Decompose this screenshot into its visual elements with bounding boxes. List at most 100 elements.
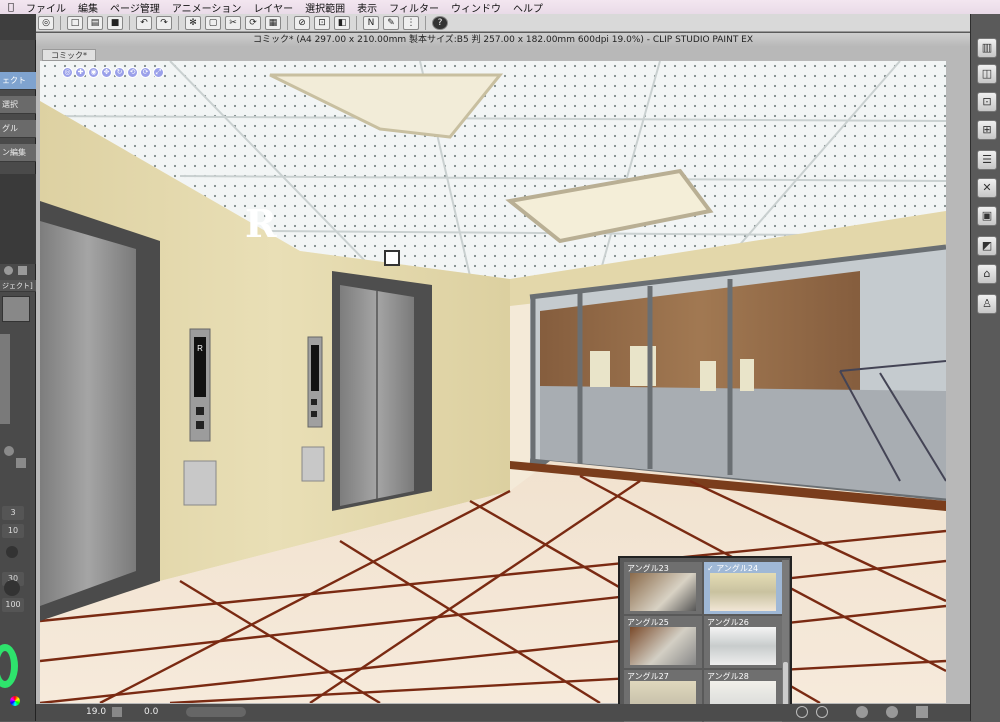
clip-studio-icon[interactable]: ◎ xyxy=(38,15,54,30)
window-title: コミック* (A4 297.00 x 210.00mm 製本サイズ:B5 判 2… xyxy=(36,33,970,47)
doc-tab[interactable]: コミック* xyxy=(42,49,96,61)
sub-tool-item-angle[interactable]: グル xyxy=(0,120,36,138)
sub-view-icon[interactable]: ⊞ xyxy=(977,120,997,140)
menu-page[interactable]: ページ管理 xyxy=(110,0,160,15)
light-icon[interactable] xyxy=(816,706,828,718)
pose-icon[interactable]: ▣ xyxy=(977,206,997,226)
menu-file[interactable]: ファイル xyxy=(26,0,66,15)
3d-material-icon[interactable]: ⌂ xyxy=(977,264,997,284)
figure-icon[interactable]: ♙ xyxy=(977,294,997,314)
layer-palette-icon[interactable]: ◫ xyxy=(977,64,997,84)
status-bar: 19.0 0.0 xyxy=(36,704,970,721)
object-scale-icon[interactable]: ⤢ xyxy=(153,67,164,78)
help-icon[interactable]: ? xyxy=(432,15,448,30)
elevator-door-left[interactable] xyxy=(40,221,136,606)
sub-tool-item-select[interactable]: 選択 xyxy=(0,96,36,114)
angle-item-25[interactable]: アングル25 xyxy=(624,616,702,668)
tool-property-icon[interactable] xyxy=(4,266,13,275)
brush-size-dot-icon[interactable] xyxy=(6,546,18,558)
item-bank-icon[interactable]: ✕ xyxy=(977,178,997,198)
redo-icon[interactable]: ↷ xyxy=(156,15,172,30)
camera-controls: ◎ ✚ ◉ ✥ ↻ ⟲ ⟳ ⤢ xyxy=(62,67,164,78)
layer-thumbnail[interactable] xyxy=(2,296,30,322)
settings-icon[interactable] xyxy=(4,446,14,456)
snap-grid-icon[interactable]: ⋮ xyxy=(403,15,419,30)
deselect-icon[interactable]: ⊘ xyxy=(294,15,310,30)
object-rotate-xy-icon[interactable]: ⟲ xyxy=(127,67,138,78)
object-rotate-icon[interactable]: ↻ xyxy=(114,67,125,78)
crop-icon[interactable]: ⊡ xyxy=(314,15,330,30)
call-button-down-right[interactable] xyxy=(311,411,317,417)
elevation-hall-scene: R R xyxy=(40,61,946,703)
trash-icon[interactable] xyxy=(18,266,27,275)
menu-selection[interactable]: 選択範囲 xyxy=(305,0,345,15)
object-list-icon[interactable] xyxy=(916,706,928,718)
save-icon[interactable]: ■ xyxy=(107,15,123,30)
sub-tool-item-edit[interactable]: ン編集 xyxy=(0,144,36,162)
snap-special-ruler-icon[interactable]: ✎ xyxy=(383,15,399,30)
apple-menu-icon[interactable]:  xyxy=(8,2,14,13)
zoom-value[interactable]: 19.0 xyxy=(86,704,106,721)
undo-icon[interactable]: ↶ xyxy=(136,15,152,30)
wall-box-left xyxy=(183,460,217,506)
transform-icon[interactable]: ⟳ xyxy=(245,15,261,30)
camera-pan-icon[interactable]: ✚ xyxy=(75,67,86,78)
document-window: コミック* R R ◎ ✚ ◉ ✥ ↻ ⟲ ⟳ ⤢ xyxy=(36,47,970,721)
angle-item-24[interactable]: ✓ アングル24 xyxy=(704,562,782,614)
brush-size-dot-large-icon[interactable] xyxy=(4,580,20,596)
wall-box-right xyxy=(301,446,325,482)
menu-window[interactable]: ウィンドウ xyxy=(451,0,501,15)
perspective-icon[interactable] xyxy=(886,706,898,718)
history-icon[interactable]: ☰ xyxy=(977,150,997,170)
floor-sign-r: R xyxy=(245,201,277,246)
brush-size-3[interactable]: 3 xyxy=(2,506,24,520)
sub-tool-item-object[interactable]: ェクト xyxy=(0,72,36,90)
menu-animation[interactable]: アニメーション xyxy=(172,0,242,15)
cut-icon[interactable]: ✂ xyxy=(225,15,241,30)
command-bar: ◎ □ ▤ ■ ↶ ↷ ✻ ▢ ✂ ⟳ ▦ ⊘ ⊡ ◧ N ✎ ⋮ ? xyxy=(36,14,970,32)
menu-view[interactable]: 表示 xyxy=(357,0,377,15)
zoom-out-icon[interactable] xyxy=(112,707,122,717)
fill-icon[interactable]: ▦ xyxy=(265,15,281,30)
invert-selection-icon[interactable]: ◧ xyxy=(334,15,350,30)
image-material-icon[interactable]: ◩ xyxy=(977,236,997,256)
call-button-down[interactable] xyxy=(196,421,204,429)
right-panel: ▥ ◫ ⊡ ⊞ ☰ ✕ ▣ ◩ ⌂ ♙ xyxy=(970,14,1000,721)
panel-sign-left: R xyxy=(197,344,203,353)
canvas[interactable]: R R ◎ ✚ ◉ ✥ ↻ ⟲ ⟳ ⤢ xyxy=(40,61,946,703)
bulb-icon[interactable] xyxy=(16,458,26,468)
clear-icon[interactable]: ▢ xyxy=(205,15,221,30)
zoom-slider[interactable] xyxy=(186,707,246,717)
menu-bar:  ファイル 編集 ページ管理 アニメーション レイヤー 選択範囲 表示 フィル… xyxy=(0,0,1000,15)
angle-picker-scrollbar[interactable] xyxy=(782,560,789,714)
object-rotate-z-icon[interactable]: ⟳ xyxy=(140,67,151,78)
brush-size-100[interactable]: 100 xyxy=(2,598,24,612)
camera-zoom-icon[interactable]: ◉ xyxy=(88,67,99,78)
snap-ruler-icon[interactable]: N xyxy=(363,15,379,30)
color-wheel[interactable] xyxy=(0,644,18,688)
call-button-up[interactable] xyxy=(196,407,204,415)
camera-rotate-icon[interactable]: ◎ xyxy=(62,67,73,78)
loading-icon[interactable]: ✻ xyxy=(185,15,201,30)
menu-filter[interactable]: フィルター xyxy=(389,0,439,15)
menu-edit[interactable]: 編集 xyxy=(78,0,98,15)
layer-property-header: ジェクト] xyxy=(0,280,36,292)
open-file-icon[interactable]: ▤ xyxy=(87,15,103,30)
rotation-value[interactable]: 0.0 xyxy=(144,704,158,721)
angle-picker: アングル23 ✓ アングル24 アングル25 アングル26 アングル27 アング… xyxy=(618,556,792,722)
camera-reset-icon[interactable] xyxy=(796,706,808,718)
angle-item-23[interactable]: アングル23 xyxy=(624,562,702,614)
call-button-up-right[interactable] xyxy=(311,399,317,405)
left-panel: ェクト 選択 グル ン編集 ジェクト] 3 10 30 100 xyxy=(0,14,36,721)
ground-icon[interactable] xyxy=(856,706,868,718)
material-palette-icon[interactable]: ▥ xyxy=(977,38,997,58)
menu-help[interactable]: ヘルプ xyxy=(513,0,543,15)
brush-size-10[interactable]: 10 xyxy=(2,524,24,538)
new-file-icon[interactable]: □ xyxy=(67,15,83,30)
navigator-icon[interactable]: ⊡ xyxy=(977,92,997,112)
color-wheel-icon[interactable] xyxy=(10,696,20,706)
angle-item-26[interactable]: アングル26 xyxy=(704,616,782,668)
object-move-icon[interactable]: ✥ xyxy=(101,67,112,78)
menu-layer[interactable]: レイヤー xyxy=(253,0,293,15)
indicator-light xyxy=(384,250,400,266)
